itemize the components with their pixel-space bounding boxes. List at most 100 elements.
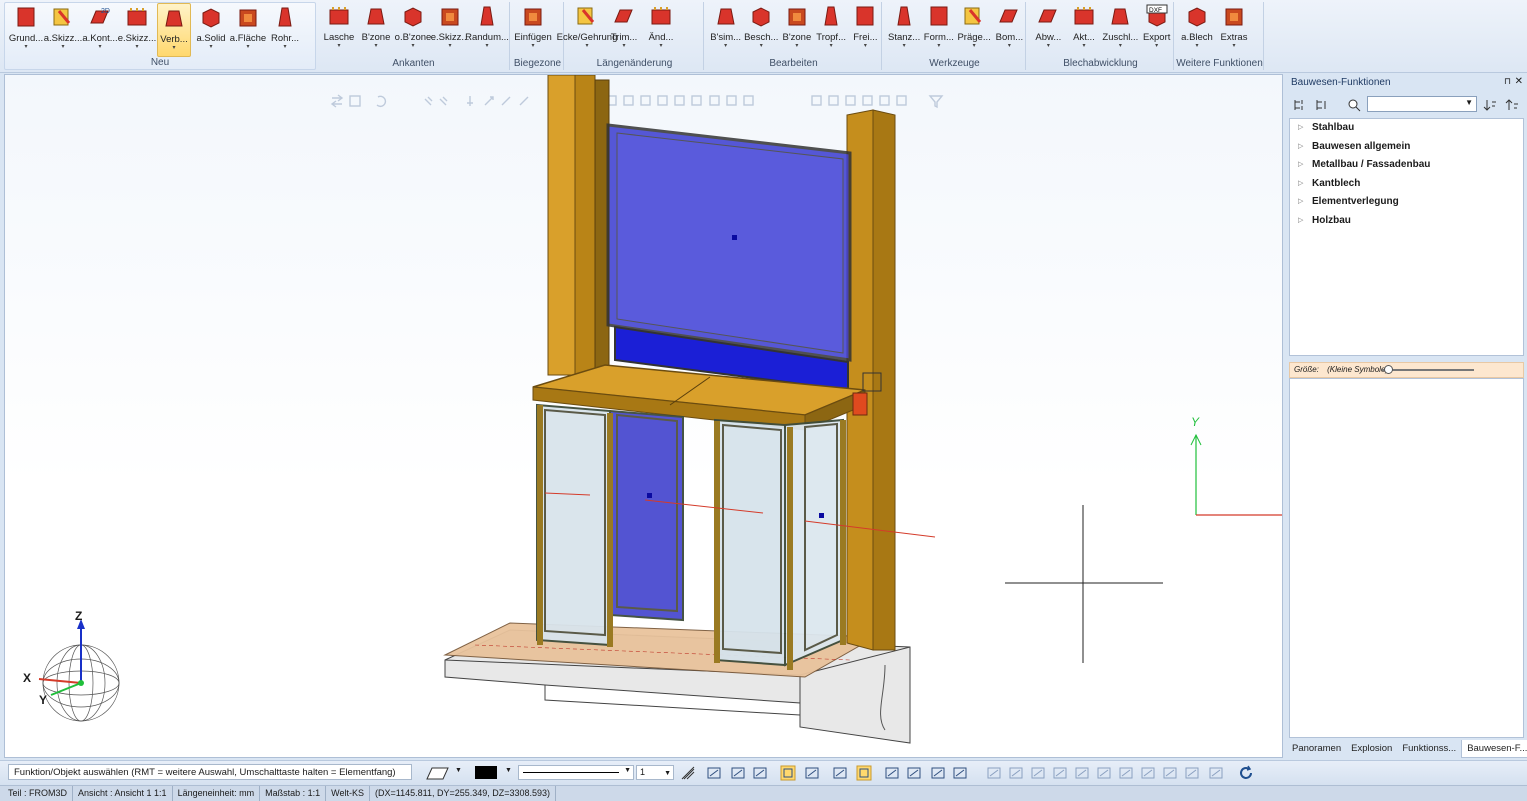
chevron-down-icon[interactable]: ▼ <box>505 767 512 774</box>
tree-item-elementverlegung[interactable]: ▷ Elementverlegung <box>1290 193 1523 212</box>
expand-arrow-icon[interactable]: ▷ <box>1298 119 1303 138</box>
ribbon-button[interactable]: Trim... ▾ <box>607 2 641 56</box>
ribbon-button[interactable]: 2D a.Kont... ▾ <box>82 3 117 57</box>
ribbon-button[interactable]: Änd... ▾ <box>644 2 678 56</box>
ribbon-button[interactable]: B'sim... ▾ <box>710 2 741 56</box>
expand-arrow-icon[interactable]: ▷ <box>1298 138 1303 157</box>
tool-icon[interactable] <box>952 765 968 781</box>
size-slider-thumb[interactable] <box>1384 365 1393 374</box>
collapse-tree-icon[interactable] <box>1315 98 1329 112</box>
line-width-dropdown[interactable]: 1 ▼ <box>636 765 674 780</box>
ribbon-button[interactable]: Form... ▾ <box>923 2 954 56</box>
viewport-3d[interactable]: Y Z X Y <box>4 74 1283 758</box>
tool-icon[interactable] <box>1074 765 1090 781</box>
tool-icon[interactable] <box>1030 765 1046 781</box>
tool-icon[interactable] <box>1008 765 1024 781</box>
ribbon-button[interactable]: a.Solid ▾ <box>194 3 228 57</box>
tool-icon[interactable] <box>1096 765 1112 781</box>
ribbon-button[interactable]: B'zone ▾ <box>359 2 393 56</box>
tool-icon[interactable] <box>906 765 922 781</box>
ribbon-button[interactable]: Randum... ▾ <box>465 2 509 56</box>
tree-item-holzbau[interactable]: ▷ Holzbau <box>1290 212 1523 231</box>
ribbon-button[interactable]: Zuschl... ▾ <box>1102 2 1138 56</box>
sort-up-icon[interactable] <box>1505 98 1519 112</box>
search-dropdown[interactable]: ▼ <box>1367 96 1477 112</box>
tool-icon[interactable] <box>752 765 768 781</box>
tool-icon[interactable] <box>930 765 946 781</box>
ribbon-button[interactable]: Lasche ▾ <box>322 2 356 56</box>
ribbon-button[interactable]: a.Blech ▾ <box>1180 2 1214 56</box>
ribbon-button[interactable]: Tropf... ▾ <box>816 2 847 56</box>
tool-icon[interactable] <box>804 765 820 781</box>
ribbon-button[interactable]: e.Skizz... ▾ <box>431 2 469 56</box>
tab-panoramen[interactable]: Panoramen <box>1287 740 1346 758</box>
search-icon[interactable] <box>1347 98 1361 112</box>
ribbon-button[interactable]: Präge... ▾ <box>957 2 991 56</box>
tab-bauwesen[interactable]: Bauwesen-F... <box>1461 740 1527 758</box>
pin-icon[interactable]: ⊓ <box>1504 76 1511 87</box>
tree-item-bauwesen-allgemein[interactable]: ▷ Bauwesen allgemein <box>1290 138 1523 157</box>
tool-icon[interactable] <box>1052 765 1068 781</box>
ribbon-button[interactable]: B'zone ▾ <box>781 2 812 56</box>
ribbon-button[interactable]: Stanz... ▾ <box>888 2 920 56</box>
tree-item-metallbau[interactable]: ▷ Metallbau / Fassadenbau <box>1290 156 1523 175</box>
ribbon-button[interactable]: Akt... ▾ <box>1068 2 1101 56</box>
navigation-gizmo[interactable]: Z X Y <box>19 609 129 725</box>
expand-arrow-icon[interactable]: ▷ <box>1298 175 1303 194</box>
ribbon-button[interactable]: Frei... ▾ <box>850 2 881 56</box>
ribbon-button-label: Trim... <box>610 32 638 43</box>
chevron-down-icon: ▾ <box>795 43 799 49</box>
tool-icon[interactable] <box>884 765 900 781</box>
expand-arrow-icon[interactable]: ▷ <box>1298 212 1303 231</box>
tab-explosion[interactable]: Explosion <box>1346 740 1397 758</box>
ribbon-button[interactable]: Grund... ▾ <box>9 3 43 57</box>
expand-arrow-icon[interactable]: ▷ <box>1298 193 1303 212</box>
ribbon-button[interactable]: a.Fläche ▾ <box>229 3 267 57</box>
chevron-down-icon: ▾ <box>1007 43 1011 49</box>
scene-drawing[interactable] <box>5 75 1283 758</box>
ribbon-button[interactable]: o.B'zone ▾ <box>395 2 431 56</box>
ribbon-button[interactable]: a.Skizz... ▾ <box>44 3 82 57</box>
ribbon-button-label: a.Fläche <box>229 33 267 44</box>
tool-icon[interactable] <box>1118 765 1134 781</box>
tool-icon[interactable] <box>832 765 848 781</box>
expand-arrow-icon[interactable]: ▷ <box>1298 156 1303 175</box>
close-icon[interactable]: ✕ <box>1515 76 1523 87</box>
refresh-icon[interactable] <box>1238 765 1254 781</box>
tool-icon[interactable] <box>1208 765 1224 781</box>
ribbon-button[interactable]: Abw... ▾ <box>1032 2 1065 56</box>
tool-icon[interactable] <box>1184 765 1200 781</box>
chevron-down-icon: ▼ <box>664 770 671 777</box>
tool-icon[interactable] <box>730 765 746 781</box>
ribbon-button-label: Besch... <box>744 32 779 43</box>
ribbon-button[interactable]: Verb... ▾ <box>157 3 191 57</box>
command-prompt[interactable]: Funktion/Objekt auswählen (RMT = weitere… <box>8 764 412 780</box>
ribbon-button[interactable]: Rohr... ▾ <box>268 3 302 57</box>
ribbon-button[interactable]: DXF Export ▾ <box>1140 2 1173 56</box>
line-weight-icon[interactable] <box>680 765 696 781</box>
tool-icon[interactable] <box>856 765 872 781</box>
tool-icon[interactable] <box>780 765 796 781</box>
chevron-down-icon[interactable]: ▼ <box>455 767 462 774</box>
size-slider-track[interactable] <box>1382 369 1474 371</box>
ribbon-button[interactable]: Einfügen ▾ <box>514 2 552 56</box>
expand-tree-icon[interactable] <box>1293 98 1307 112</box>
tool-icon[interactable] <box>1140 765 1156 781</box>
shape-select-icon[interactable] <box>424 765 450 781</box>
tool-icon[interactable] <box>706 765 722 781</box>
color-swatch[interactable] <box>475 766 497 779</box>
tab-funktionss[interactable]: Funktionss... <box>1397 740 1461 758</box>
ribbon-group-weitere: a.Blech ▾ Extras ▾ Weitere Funktionen <box>1176 2 1264 70</box>
line-style-dropdown[interactable]: ▼ <box>518 765 634 780</box>
tool-icon[interactable] <box>986 765 1002 781</box>
sort-down-icon[interactable] <box>1483 98 1497 112</box>
globe-icon[interactable] <box>19 615 129 725</box>
ribbon-button[interactable]: Bom... ▾ <box>994 2 1025 56</box>
tree-item-stahlbau[interactable]: ▷ Stahlbau <box>1290 119 1523 138</box>
tree-item-kantblech[interactable]: ▷ Kantblech <box>1290 175 1523 194</box>
ribbon-button[interactable]: e.Skizz... ▾ <box>118 3 156 57</box>
ribbon-button[interactable]: Besch... ▾ <box>744 2 778 56</box>
ribbon-button[interactable]: Ecke/Gehrung ▾ <box>557 2 617 56</box>
tool-icon[interactable] <box>1162 765 1178 781</box>
ribbon-button[interactable]: Extras ▾ <box>1217 2 1251 56</box>
